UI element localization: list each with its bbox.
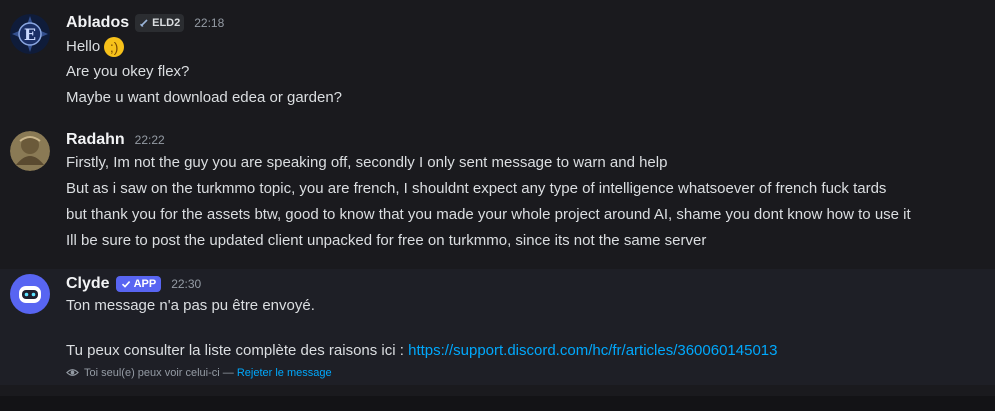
message-text: Tu peux consulter la liste complète des … (66, 342, 409, 359)
message-text: Hello (66, 37, 101, 55)
avatar-radahn-image (10, 131, 50, 171)
message-line: Ill be sure to post the updated client u… (66, 232, 707, 249)
timestamp[interactable]: 22:18 (194, 16, 224, 30)
username-radahn[interactable]: Radahn (66, 131, 125, 149)
checkmark-icon (121, 281, 130, 288)
app-badge-label: APP (133, 278, 157, 290)
message-line: Tu peux consulter la liste complète des … (66, 342, 777, 359)
message-line: Hello;) (66, 37, 125, 57)
svg-text:E: E (24, 25, 36, 44)
username-clyde[interactable]: Clyde (66, 275, 110, 293)
app-badge: APP (115, 276, 162, 292)
message-line: Firstly, Im not the guy you are speaking… (66, 154, 668, 171)
avatar-clyde[interactable] (10, 274, 50, 314)
avatar-radahn[interactable] (10, 131, 50, 171)
clan-tag-badge[interactable]: ELD2 (135, 14, 185, 32)
bottom-divider (0, 396, 995, 411)
support-link[interactable]: https://support.discord.com/hc/fr/articl… (408, 342, 777, 359)
robot-icon (19, 286, 41, 303)
username-ablados[interactable]: Ablados (66, 14, 129, 32)
message-line: Maybe u want download edea or garden? (66, 89, 343, 106)
message-line: but thank you for the assets btw, good t… (66, 206, 911, 223)
timestamp[interactable]: 22:22 (135, 133, 165, 147)
message-header-ablados: Ablados ELD2 22:18 (66, 14, 224, 32)
message-line: But as i saw on the turkmmo topic, you a… (66, 180, 887, 197)
message-line: Are you okey flex? (66, 63, 190, 80)
message-line: Ton message n'a pas pu être envoyé. (66, 297, 315, 314)
avatar-ablados-image: E (10, 14, 50, 54)
message-header-clyde: Clyde APP 22:30 (66, 275, 201, 293)
sword-icon (140, 19, 148, 27)
avatar-ablados[interactable]: E (10, 14, 50, 54)
message-header-radahn: Radahn 22:22 (66, 131, 165, 149)
ephemeral-text: Toi seul(e) peux voir celui-ci — (84, 366, 237, 379)
ephemeral-notice: Toi seul(e) peux voir celui-ci — Rejeter… (66, 366, 332, 379)
wink-face-emoji-icon: ;) (104, 37, 125, 57)
clan-tag-label: ELD2 (152, 17, 181, 29)
timestamp[interactable]: 22:30 (171, 277, 201, 291)
eye-icon (66, 369, 79, 376)
dismiss-message-link[interactable]: Rejeter le message (237, 367, 332, 379)
